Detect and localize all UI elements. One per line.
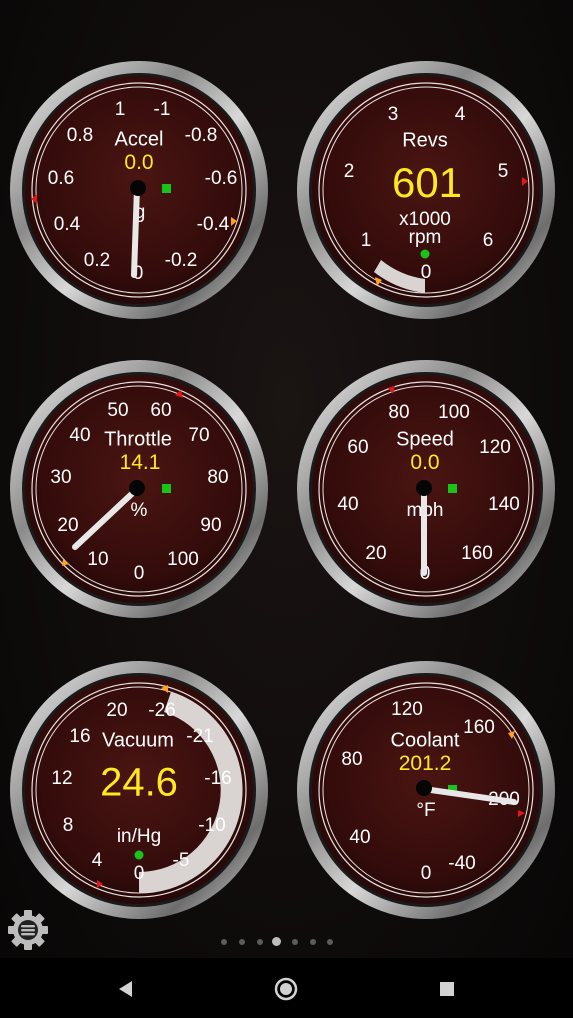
min-marker	[62, 559, 69, 566]
page-dot[interactable]	[292, 939, 298, 945]
warn-marker	[508, 731, 515, 739]
max-marker	[518, 810, 525, 817]
status-indicator	[420, 249, 430, 259]
system-navigation-bar	[0, 958, 573, 1018]
revs-overlay	[375, 177, 528, 286]
page-dot[interactable]	[239, 939, 245, 945]
accel-gauge[interactable]: 1 -1 0.8 -0.8 0.6 -0.6 0.4 -0.4 0.2 -0.2…	[9, 60, 269, 320]
page-dot[interactable]	[310, 939, 316, 945]
max-marker	[388, 386, 395, 394]
recents-square-icon	[440, 982, 454, 996]
page-dot[interactable]	[327, 939, 333, 945]
status-indicator	[162, 184, 171, 193]
max-marker	[161, 685, 168, 693]
min-marker	[31, 194, 37, 204]
needle-hub	[416, 780, 432, 796]
min-marker	[375, 277, 382, 286]
vacuum-overlay	[97, 685, 168, 888]
max-marker	[175, 390, 183, 398]
needle	[72, 486, 140, 550]
needle-hub	[416, 480, 432, 496]
status-indicator	[134, 850, 144, 860]
home-circle-icon	[274, 977, 298, 1001]
speed-overlay	[388, 386, 457, 576]
page-dot[interactable]	[221, 939, 227, 945]
vacuum-gauge[interactable]: 20 -26 16 -21 12 -16 8 -10 4 -5 0 Vacuum…	[9, 660, 269, 920]
status-indicator	[448, 484, 457, 493]
needle-hub	[129, 480, 145, 496]
coolant-overlay	[416, 731, 525, 817]
throttle-gauge[interactable]: 50 60 40 70 30 80 20 90 10 100 0 Throttl…	[9, 359, 269, 619]
max-marker	[522, 177, 528, 186]
page-indicator	[0, 937, 573, 948]
gauge-dashboard: 1 -1 0.8 -0.8 0.6 -0.6 0.4 -0.4 0.2 -0.2…	[0, 0, 573, 1018]
back-triangle-icon	[119, 981, 132, 997]
needle	[131, 185, 140, 278]
needle-hub	[130, 180, 146, 196]
needle	[421, 786, 517, 805]
page-dot[interactable]	[257, 939, 263, 945]
accel-overlay	[31, 180, 237, 278]
home-button[interactable]	[273, 976, 299, 1002]
speed-gauge[interactable]: 80 100 60 120 40 140 20 160 0 Speed 0.0 …	[296, 359, 556, 619]
page-dot-active[interactable]	[272, 937, 281, 946]
max-marker	[231, 217, 237, 226]
throttle-overlay	[62, 390, 183, 566]
min-marker	[97, 880, 103, 888]
back-button[interactable]	[113, 976, 139, 1002]
recents-button[interactable]	[434, 976, 460, 1002]
revs-gauge[interactable]: 3 4 2 5 1 6 0 Revs 601 x1000 rpm	[296, 60, 556, 320]
coolant-gauge[interactable]: 120 160 80 200 40 0 -40 Coolant 201.2 °F	[296, 660, 556, 920]
status-indicator	[162, 484, 171, 493]
